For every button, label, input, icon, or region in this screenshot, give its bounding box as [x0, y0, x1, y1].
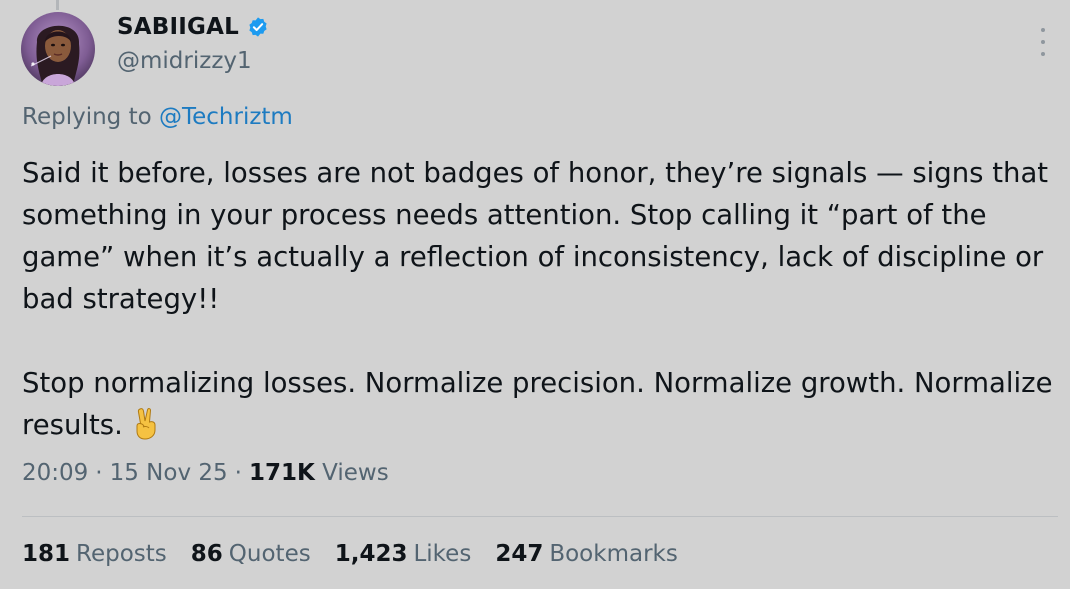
more-options-icon[interactable]: [1035, 28, 1051, 56]
meta-separator: ·: [95, 460, 103, 486]
reposts-count: 181: [22, 541, 71, 567]
victory-hand-icon: [131, 406, 161, 440]
replying-prefix: Replying to: [22, 104, 152, 130]
verified-badge-icon[interactable]: [247, 16, 269, 38]
tweet-detail: SABIIGAL @midrizzy1 Replying to @Techriz…: [0, 0, 1070, 589]
more-dot: [1041, 28, 1045, 32]
tweet-date[interactable]: 15 Nov 25: [110, 460, 228, 486]
views-label: Views: [322, 460, 389, 486]
meta-separator: ·: [234, 460, 242, 486]
more-dot: [1041, 40, 1045, 44]
bookmarks-stat[interactable]: 247 Bookmarks: [495, 541, 678, 567]
likes-count: 1,423: [334, 541, 408, 567]
bookmarks-count: 247: [495, 541, 544, 567]
bookmarks-label: Bookmarks: [549, 541, 678, 567]
display-name[interactable]: SABIIGAL: [117, 14, 239, 40]
tweet-paragraph-1: Said it before, losses are not badges of…: [22, 157, 1049, 315]
tweet-meta: 20:09 · 15 Nov 25 · 171K Views: [22, 460, 389, 486]
author-handle[interactable]: @midrizzy1: [117, 48, 252, 74]
engagement-stats: 181 Reposts 86 Quotes 1,423 Likes 247 Bookma…: [22, 541, 678, 567]
tweet-paragraph-2-text: Stop normalizing losses. Normalize preci…: [22, 367, 1053, 441]
avatar[interactable]: [21, 12, 95, 86]
reposts-stat[interactable]: 181 Reposts: [22, 541, 167, 567]
likes-stat[interactable]: 1,423 Likes: [335, 541, 472, 567]
tweet-text: Said it before, losses are not badges of…: [22, 152, 1057, 446]
replying-to: Replying to @Techriztm: [22, 104, 293, 130]
reposts-label: Reposts: [76, 541, 167, 567]
quotes-label: Quotes: [228, 541, 311, 567]
quotes-stat[interactable]: 86 Quotes: [191, 541, 311, 567]
likes-label: Likes: [413, 541, 472, 567]
reply-mention-link[interactable]: @Techriztm: [159, 104, 293, 130]
author-row: SABIIGAL: [117, 14, 269, 40]
views-count: 171K: [248, 460, 315, 486]
tweet-time[interactable]: 20:09: [22, 460, 88, 486]
quotes-count: 86: [190, 541, 223, 567]
tweet-paragraph-2: Stop normalizing losses. Normalize preci…: [22, 362, 1057, 446]
thread-line: [56, 0, 59, 10]
divider: [22, 516, 1058, 517]
more-dot: [1041, 52, 1045, 56]
